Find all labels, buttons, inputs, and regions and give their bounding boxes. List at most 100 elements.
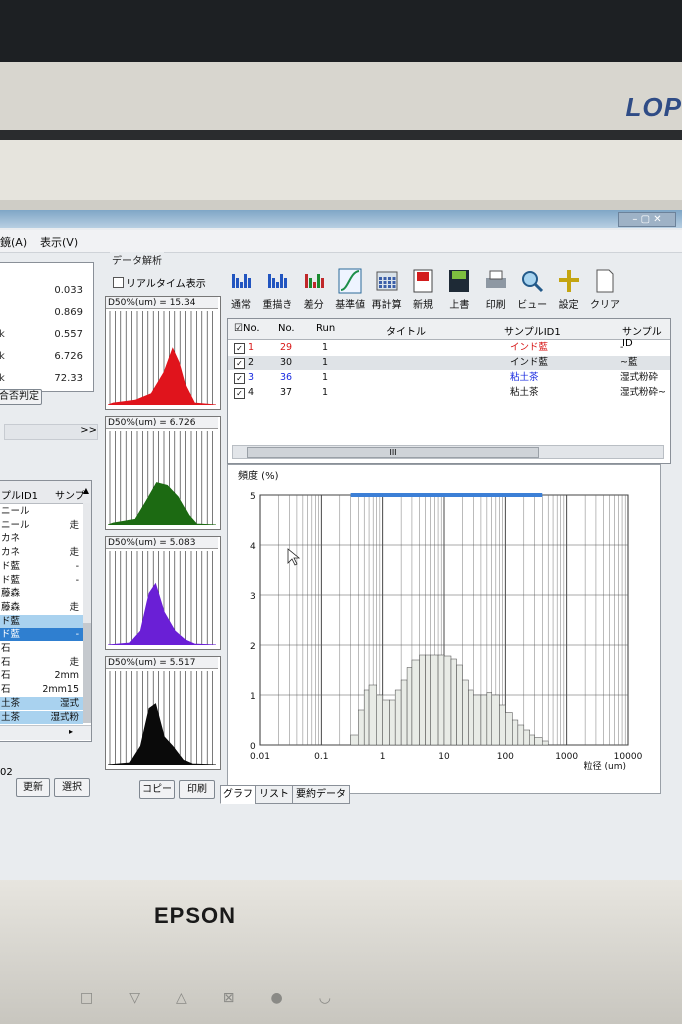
sample-cell: 湿式粉 bbox=[50, 711, 79, 723]
column-header-run[interactable]: Run bbox=[316, 323, 335, 334]
y-tick-label: 4 bbox=[250, 542, 256, 552]
distribution-bar bbox=[425, 654, 431, 746]
expand-chevron[interactable]: >> bbox=[4, 424, 98, 440]
list-item[interactable]: 石 2mm bbox=[0, 669, 83, 682]
toolbar-button-normal-bars[interactable]: 通常 bbox=[224, 268, 258, 311]
toolbar-button-overlay-bars[interactable]: 重描き bbox=[260, 268, 294, 311]
table-row[interactable]: ✓ 3 36 1 粘土茶 湿式粉砕 bbox=[228, 371, 670, 385]
table-row[interactable]: ✓ 2 30 1 インド藍 ~藍 bbox=[228, 356, 670, 370]
row-checkbox[interactable]: ✓ bbox=[234, 388, 245, 399]
y-tick-label: 2 bbox=[250, 642, 256, 652]
toolbar-button-calculator[interactable]: 再計算 bbox=[370, 268, 404, 311]
table-row[interactable]: ✓ 1 29 1 インド藍 - bbox=[228, 341, 670, 355]
tab-graph[interactable]: グラフ bbox=[220, 785, 256, 804]
row-checkbox[interactable]: ✓ bbox=[234, 358, 245, 369]
menu-item-view[interactable]: 表示(V) bbox=[40, 234, 78, 250]
window-controls[interactable]: – ▢ ✕ bbox=[618, 212, 676, 227]
distribution-bar bbox=[480, 694, 488, 746]
monitor-front-buttons[interactable]: □▽△⊠●◡ bbox=[80, 990, 367, 1006]
distribution-graph-panel: 頻度 (%) 0 1 2 3 4 5 0.01 0.1 1 10 100 1000 10000 粒径 (um… bbox=[227, 464, 661, 794]
settings-cross-icon bbox=[558, 270, 579, 292]
list-item[interactable]: カネ bbox=[0, 532, 83, 545]
toolbar-button-printer[interactable]: 印刷 bbox=[479, 268, 513, 311]
print-chart-button[interactable]: 印刷 bbox=[179, 780, 215, 799]
list-item[interactable]: 石 2mm15 bbox=[0, 683, 83, 696]
scrollbar-thumb[interactable] bbox=[83, 623, 91, 723]
range-indicator-bar[interactable] bbox=[350, 493, 543, 497]
sample-id-cell: カネ bbox=[1, 533, 21, 545]
magnifier-view-icon bbox=[522, 271, 544, 293]
horizontal-scrollbar[interactable]: ▸ bbox=[0, 725, 91, 740]
sample-list-scrollbar[interactable] bbox=[83, 503, 91, 723]
distribution-bar bbox=[400, 679, 408, 746]
scroll-up-icon[interactable]: ▲ bbox=[83, 486, 89, 495]
toolbar-button-clear-page[interactable]: クリア bbox=[588, 268, 622, 311]
sample-id2: 湿式粉砕 bbox=[620, 372, 659, 383]
distribution-bar bbox=[529, 734, 535, 746]
mini-distribution-chart: D50%(um) = 15.34 bbox=[105, 296, 221, 410]
column-header-sample-id[interactable]: プルID1 bbox=[1, 487, 38, 502]
list-item[interactable]: ド藍 - bbox=[0, 574, 83, 587]
distribution-bar bbox=[376, 694, 383, 746]
sample-list: プルID1 サンプ ▲ ニール ニール走カネ カネ走ド藍 - ド藍 - 藤森 藤森走ド藍 ド藍 -… bbox=[0, 480, 92, 742]
column-header-title[interactable]: タイトル bbox=[386, 323, 426, 338]
toolbar-label: 設定 bbox=[558, 300, 579, 311]
list-item[interactable]: ド藍 - bbox=[0, 628, 83, 642]
toolbar-button-save-disk[interactable]: 上書 bbox=[442, 268, 476, 311]
list-item[interactable]: 石走 bbox=[0, 656, 83, 669]
menu-item-analysis[interactable]: 鏡(A) bbox=[0, 234, 27, 250]
distribution-bar bbox=[450, 658, 457, 746]
run-table-scrollbar[interactable]: III bbox=[232, 445, 664, 459]
column-header-check[interactable]: ☑No. bbox=[234, 323, 260, 334]
list-item[interactable]: ニール 走 bbox=[0, 519, 83, 532]
toolbar-button-new-file[interactable]: 新規 bbox=[406, 268, 440, 311]
sample-id-cell: 石 bbox=[1, 670, 11, 682]
distribution-bar bbox=[499, 704, 506, 746]
list-item[interactable]: 土茶 湿式 bbox=[0, 696, 83, 710]
copy-button[interactable]: コピー bbox=[139, 780, 175, 799]
distribution-bar bbox=[437, 654, 445, 746]
column-header-no[interactable]: No. bbox=[278, 323, 295, 334]
toolbar-button-reference-curve[interactable]: 基準値 bbox=[333, 268, 367, 311]
tab-summary-data[interactable]: 要約データ bbox=[292, 785, 350, 804]
toolbar-label: 差分 bbox=[303, 300, 324, 311]
statistics-box: 0.033 0.869 0.557 6.726 72.33 k k k bbox=[0, 262, 94, 392]
toolbar-button-difference-bars[interactable]: 差分 bbox=[297, 268, 331, 311]
sample-count: 02 bbox=[0, 767, 13, 778]
table-row[interactable]: ✓ 4 37 1 粘土茶 湿式粉砕~ bbox=[228, 386, 670, 400]
toolbar-button-settings-cross[interactable]: 設定 bbox=[552, 268, 586, 311]
realtime-checkbox[interactable] bbox=[113, 277, 124, 288]
scrollbar-thumb[interactable]: III bbox=[247, 447, 539, 458]
sample-id-cell: ド藍 bbox=[1, 574, 21, 586]
list-item[interactable]: ニール bbox=[0, 505, 83, 518]
column-header-sample-id1[interactable]: サンプルID1 bbox=[504, 323, 561, 338]
mini-chart-svg bbox=[108, 671, 216, 765]
clear-page-icon bbox=[596, 269, 614, 293]
update-button[interactable]: 更新 bbox=[16, 778, 50, 797]
sample-cell: 走 bbox=[69, 519, 79, 531]
list-item[interactable]: 土茶 湿式粉 bbox=[0, 710, 83, 724]
sample-list-header: プルID1 サンプ ▲ bbox=[0, 481, 91, 504]
sample-cell: - bbox=[75, 560, 79, 572]
column-header-sample[interactable]: サンプ bbox=[55, 487, 85, 502]
sample-id-cell: 石 bbox=[1, 656, 11, 668]
row-checkbox[interactable]: ✓ bbox=[234, 343, 245, 354]
row-checkbox[interactable]: ✓ bbox=[234, 373, 245, 384]
sample-id-cell: 石 bbox=[1, 643, 11, 654]
sample-id1: インド藍 bbox=[510, 357, 549, 368]
run-number: 30 bbox=[280, 357, 293, 368]
pass-fail-button[interactable]: 合否判定 bbox=[0, 389, 42, 405]
overlay-bars-icon bbox=[268, 274, 288, 288]
select-button[interactable]: 選択 bbox=[54, 778, 90, 797]
list-item[interactable]: 藤森 bbox=[0, 587, 83, 600]
list-item[interactable]: 藤森 走 bbox=[0, 601, 83, 614]
distribution-bar bbox=[394, 689, 402, 746]
run-table: ☑No. No. Run タイトル サンプルID1 サンプルID ✓ 1 29 1 イン… bbox=[227, 318, 671, 464]
list-item[interactable]: カネ 走 bbox=[0, 546, 83, 559]
list-item[interactable]: ド藍 bbox=[0, 614, 83, 628]
scroll-right-icon[interactable]: ▸ bbox=[69, 727, 73, 736]
toolbar-button-magnifier-view[interactable]: ビュー bbox=[515, 268, 549, 311]
tab-list[interactable]: リスト bbox=[255, 785, 293, 804]
list-item[interactable]: 石 bbox=[0, 642, 83, 655]
list-item[interactable]: ド藍 - bbox=[0, 560, 83, 573]
